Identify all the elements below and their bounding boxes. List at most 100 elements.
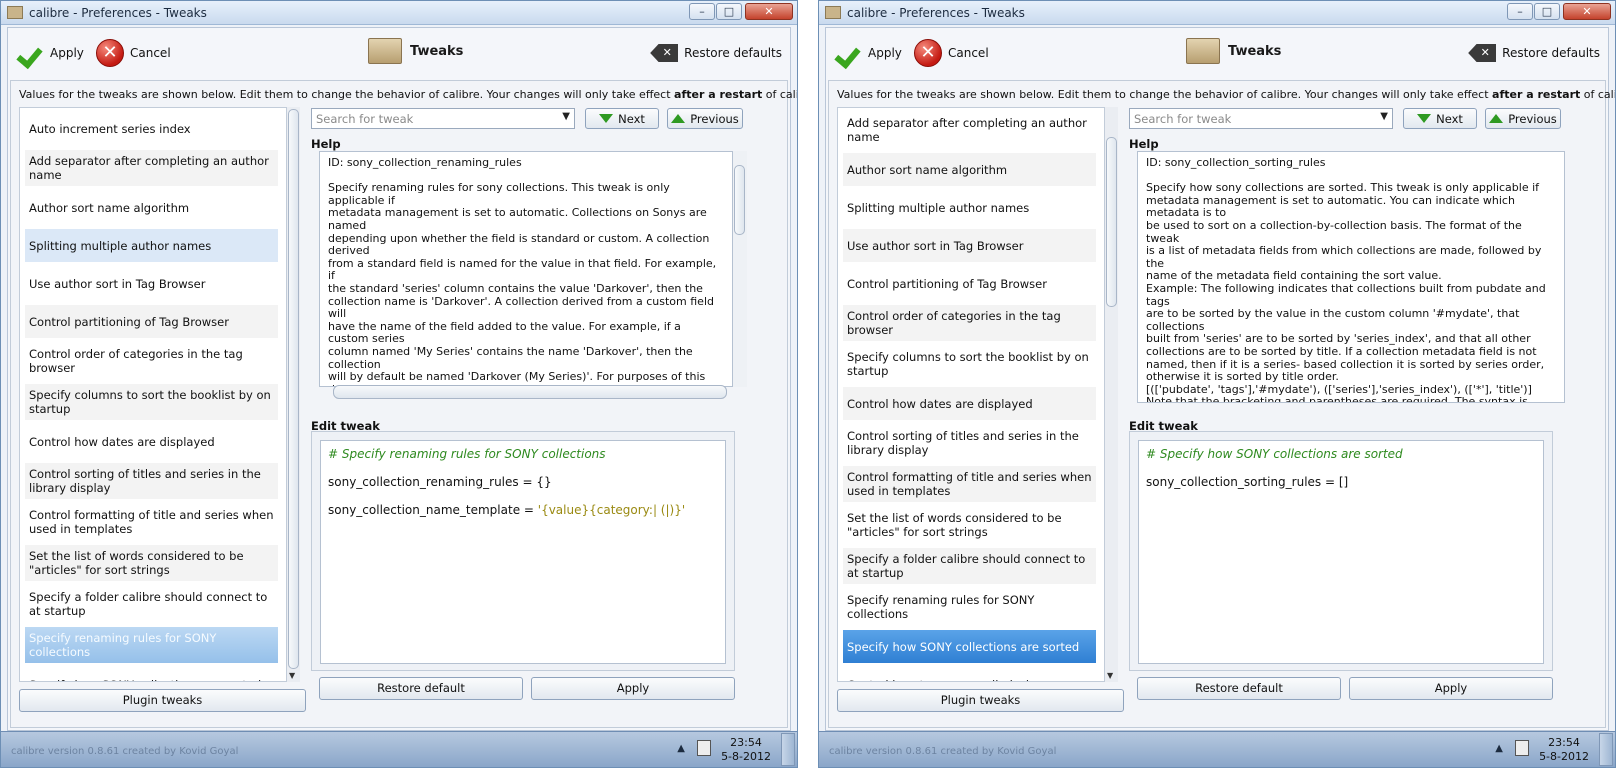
show-desktop-button[interactable] xyxy=(1599,733,1613,766)
edit-tweak-frame: # Specify how SONY collections are sorte… xyxy=(1129,431,1553,671)
apply-label: Apply xyxy=(868,46,902,60)
maximize-button[interactable]: □ xyxy=(1534,3,1560,20)
list-item[interactable]: Control sorting of titles and series in … xyxy=(25,463,278,499)
description-text: Values for the tweaks are shown below. E… xyxy=(837,88,1616,101)
tray-expand-icon[interactable]: ▲ xyxy=(1495,743,1503,754)
plugin-tweaks-button[interactable]: Plugin tweaks xyxy=(837,689,1124,712)
list-item[interactable]: Use author sort in Tag Browser xyxy=(25,267,278,300)
list-item[interactable]: Auto increment series index xyxy=(25,112,278,145)
clock[interactable]: 23:54 5-8-2012 xyxy=(1539,736,1589,764)
tray-expand-icon[interactable]: ▲ xyxy=(677,743,685,754)
code-string: '{value}{category:| (|)}' xyxy=(537,503,686,517)
list-item[interactable]: Add separator after completing an author… xyxy=(843,112,1096,148)
scroll-down-icon[interactable]: ▼ xyxy=(1107,671,1113,680)
list-item[interactable]: Control how dates are displayed xyxy=(843,387,1096,420)
help-scrollbar[interactable] xyxy=(733,151,747,387)
list-item[interactable]: Set the list of words considered to be "… xyxy=(843,507,1096,543)
list-item[interactable]: Specify columns to sort the booklist by … xyxy=(843,346,1096,382)
list-item[interactable]: Use author sort in Tag Browser xyxy=(843,229,1096,262)
cancel-icon: ✕ xyxy=(96,39,124,67)
tweaks-icon xyxy=(1186,38,1220,64)
list-item[interactable]: Add separator after completing an author… xyxy=(25,150,278,186)
scroll-down-icon[interactable]: ▼ xyxy=(289,671,295,680)
arrow-down-icon xyxy=(599,114,614,123)
search-tweak-combobox[interactable]: Search for tweak ▼ xyxy=(311,108,575,129)
list-item[interactable]: Splitting multiple author names xyxy=(25,229,278,262)
list-item[interactable]: Splitting multiple author names xyxy=(843,191,1096,224)
tray-device-icon[interactable] xyxy=(1515,740,1529,756)
search-placeholder: Search for tweak xyxy=(316,112,414,126)
help-scroll-thumb[interactable] xyxy=(734,165,745,235)
chevron-down-icon[interactable]: ▼ xyxy=(562,111,570,122)
list-item[interactable]: Control how dates are displayed xyxy=(25,425,278,458)
list-item[interactable]: Control formatting of title and series w… xyxy=(25,504,278,540)
help-text-box[interactable]: ID: sony_collection_renaming_rules Speci… xyxy=(319,151,733,387)
calibre-icon xyxy=(7,6,23,19)
arrow-up-icon xyxy=(671,114,686,123)
restore-defaults-button[interactable]: ✕ Restore defaults xyxy=(1468,40,1600,66)
list-item[interactable]: Control sorting of titles and series in … xyxy=(843,425,1096,461)
clock[interactable]: 23:54 5-8-2012 xyxy=(721,736,771,764)
restore-defaults-label: Restore defaults xyxy=(684,46,782,60)
minimize-button[interactable]: – xyxy=(689,3,715,20)
restore-defaults-button[interactable]: ✕ Restore defaults xyxy=(650,40,782,66)
chevron-down-icon[interactable]: ▼ xyxy=(1380,111,1388,122)
plugin-tweaks-button[interactable]: Plugin tweaks xyxy=(19,689,306,712)
close-button[interactable]: ✕ xyxy=(745,3,793,20)
list-scrollbar[interactable]: ▼ xyxy=(1105,107,1118,682)
list-item[interactable]: Specify a folder calibre should connect … xyxy=(25,586,278,622)
list-scroll-thumb[interactable] xyxy=(288,109,299,669)
list-scrollbar[interactable]: ▼ xyxy=(287,107,300,682)
show-desktop-button[interactable] xyxy=(781,733,795,766)
list-item[interactable]: Control order of categories in the tag b… xyxy=(25,343,278,379)
apply-button[interactable]: Apply xyxy=(1349,677,1553,700)
title-bar[interactable]: calibre - Preferences - Tweaks – □ ✕ xyxy=(1,1,797,25)
preferences-window-left: calibre - Preferences - Tweaks – □ ✕ App… xyxy=(0,0,798,768)
apply-button[interactable]: Apply xyxy=(531,677,735,700)
list-item-selected[interactable]: Specify how SONY collections are sorted xyxy=(843,630,1096,663)
preferences-window-right: calibre - Preferences - Tweaks – □ ✕ App… xyxy=(818,0,1616,768)
next-button[interactable]: Next xyxy=(1403,108,1477,129)
list-item[interactable]: Specify a folder calibre should connect … xyxy=(843,548,1096,584)
erase-icon: ✕ xyxy=(650,44,679,62)
list-item[interactable]: Control order of categories in the tag b… xyxy=(843,305,1096,341)
previous-button[interactable]: Previous xyxy=(667,108,743,129)
close-button[interactable]: ✕ xyxy=(1563,3,1611,20)
help-horizontal-scrollbar[interactable] xyxy=(333,385,727,399)
list-item[interactable]: Control partitioning of Tag Browser xyxy=(843,267,1096,300)
tray-device-icon[interactable] xyxy=(697,740,711,756)
list-item[interactable]: Specify columns to sort the booklist by … xyxy=(25,384,278,420)
list-item[interactable]: Specify renaming rules for SONY collecti… xyxy=(843,589,1096,625)
help-text-box[interactable]: ID: sony_collection_sorting_rules Specif… xyxy=(1137,151,1565,403)
list-item[interactable]: Set the list of words considered to be "… xyxy=(25,545,278,581)
list-item[interactable]: Specify how SONY collections are sorted xyxy=(25,668,278,681)
cancel-toolbar-button[interactable]: ✕ Cancel xyxy=(914,39,989,67)
list-item-selected[interactable]: Specify renaming rules for SONY collecti… xyxy=(25,627,278,663)
maximize-button[interactable]: □ xyxy=(716,3,742,20)
list-item[interactable]: Control how tags are applied when xyxy=(843,668,1096,681)
list-item[interactable]: Author sort name algorithm xyxy=(25,191,278,224)
edit-tweak-editor[interactable]: # Specify how SONY collections are sorte… xyxy=(1138,440,1544,664)
restore-defaults-label: Restore defaults xyxy=(1502,46,1600,60)
code-line: sony_collection_name_template = '{value}… xyxy=(328,503,686,517)
cancel-toolbar-button[interactable]: ✕ Cancel xyxy=(96,39,171,67)
title-bar[interactable]: calibre - Preferences - Tweaks – □ ✕ xyxy=(819,1,1615,25)
search-tweak-combobox[interactable]: Search for tweak ▼ xyxy=(1129,108,1393,129)
next-button[interactable]: Next xyxy=(585,108,659,129)
list-item[interactable]: Control formatting of title and series w… xyxy=(843,466,1096,502)
clock-time: 23:54 xyxy=(1548,736,1580,749)
restore-default-button[interactable]: Restore default xyxy=(319,677,523,700)
apply-toolbar-button[interactable]: Apply xyxy=(18,40,84,66)
apply-toolbar-button[interactable]: Apply xyxy=(836,40,902,66)
edit-tweak-editor[interactable]: # Specify renaming rules for SONY collec… xyxy=(320,440,726,664)
restore-default-button[interactable]: Restore default xyxy=(1137,677,1341,700)
list-item[interactable]: Author sort name algorithm xyxy=(843,153,1096,186)
tweaks-list[interactable]: Add separator after completing an author… xyxy=(837,107,1105,682)
previous-button[interactable]: Previous xyxy=(1485,108,1561,129)
minimize-button[interactable]: – xyxy=(1507,3,1533,20)
toolbar-title: Tweaks xyxy=(1186,38,1281,64)
tweaks-list[interactable]: Auto increment series index Add separato… xyxy=(19,107,287,682)
list-item[interactable]: Control partitioning of Tag Browser xyxy=(25,305,278,338)
list-scroll-thumb[interactable] xyxy=(1106,137,1117,307)
clock-date: 5-8-2012 xyxy=(721,750,771,763)
